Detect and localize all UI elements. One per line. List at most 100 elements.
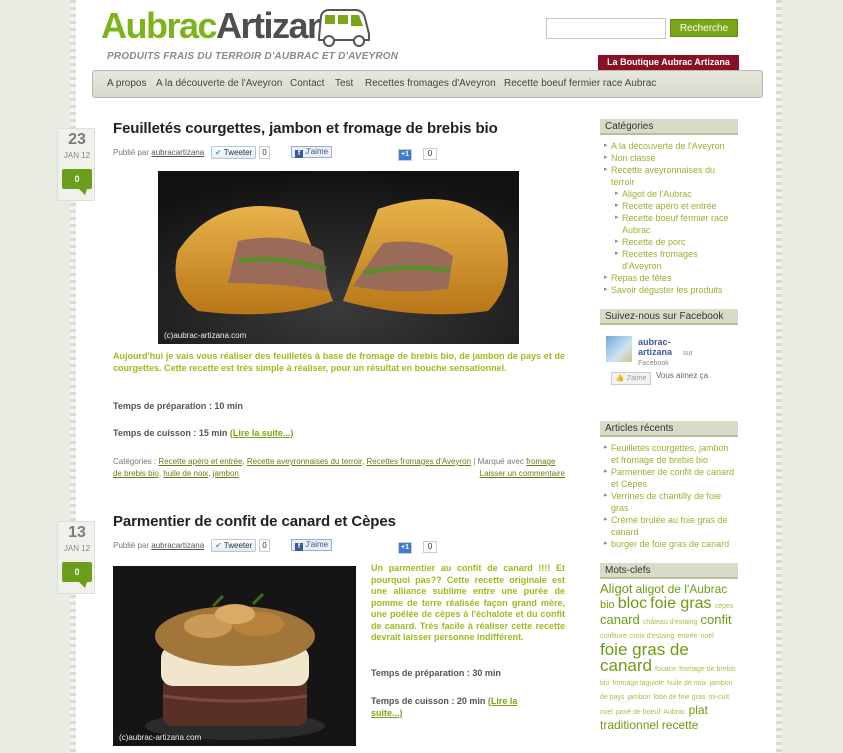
category-item[interactable]: Recette aveyronnaises du terroir xyxy=(604,164,738,188)
google-plus-button[interactable]: +1 xyxy=(398,149,412,161)
cook-time: Temps de cuisson : 15 min (Lire la suite… xyxy=(113,428,294,438)
twitter-icon: ✔ xyxy=(215,541,222,550)
tag-cloud-item[interactable]: foie gras de canard xyxy=(600,640,689,675)
nav-item-test[interactable]: Test xyxy=(335,78,353,89)
main-nav: A propos A la découverte de l'Aveyron Co… xyxy=(92,70,763,98)
leave-comment-link[interactable]: Laisser un commentaire xyxy=(480,468,565,480)
parmentier-illustration xyxy=(113,566,356,746)
widget-title-recent: Articles récents xyxy=(600,421,738,437)
post-image-feuilletes[interactable]: (c)aubrac-artizana.com xyxy=(158,171,519,344)
category-item[interactable]: Repas de fêtes xyxy=(604,272,738,284)
thumbs-up-icon: 👍 xyxy=(615,375,625,382)
read-more-link[interactable]: (Lire la suite...) xyxy=(230,428,294,438)
tweet-count: 0 xyxy=(259,146,270,159)
post-title[interactable]: Feuilletés courgettes, jambon et fromage… xyxy=(113,120,498,137)
tag-cloud-item[interactable]: croix d'estaing xyxy=(630,633,675,640)
recent-posts-list: Feuilletés courgettes, jambon et fromage… xyxy=(604,442,738,550)
tag-cloud-item[interactable]: aligot de l'Aubrac xyxy=(636,582,728,596)
tag-cloud-item[interactable]: huile de noix xyxy=(667,680,706,687)
category-item[interactable]: Non classé xyxy=(604,152,738,164)
facebook-icon: f xyxy=(295,543,303,551)
category-item[interactable]: A la découverte de l'Aveyron xyxy=(604,140,738,152)
nav-item-recette-boeuf[interactable]: Recette boeuf fermier race Aubrac xyxy=(504,78,656,89)
facebook-page-like-button[interactable]: 👍 J'aime xyxy=(611,372,651,385)
tag-cloud-item[interactable]: fouace xyxy=(655,666,676,673)
post-date: 13 JAN 12 0 xyxy=(57,521,95,594)
google-plus-button[interactable]: +1 xyxy=(398,542,412,554)
feuillete-illustration xyxy=(158,171,519,344)
nav-item-decouverte[interactable]: A la découverte de l'Aveyron xyxy=(156,78,282,89)
tag-link[interactable]: huile de noix xyxy=(163,469,208,478)
prep-time: Temps de préparation : 10 min xyxy=(113,401,243,411)
fb-sur-text: sur xyxy=(683,350,693,357)
site-logo[interactable]: AubracArtizana PRODUITS FRAIS DU TERROIR… xyxy=(101,4,398,66)
tag-cloud-item[interactable]: foie gras xyxy=(650,595,711,612)
tag-cloud-item[interactable]: canard xyxy=(600,612,640,627)
tag-cloud-item[interactable]: jambon xyxy=(628,694,651,701)
tag-cloud-item[interactable]: confit xyxy=(701,612,732,627)
twitter-icon: ✔ xyxy=(215,148,222,157)
site-tagline: PRODUITS FRAIS DU TERROIR D'AUBRAC ET D'… xyxy=(107,51,399,62)
category-item[interactable]: Recettes fromages d'Aveyron xyxy=(604,248,738,272)
nav-item-a-propos[interactable]: A propos xyxy=(107,78,146,89)
tag-cloud-item[interactable]: mi-cuit xyxy=(708,694,729,701)
tag-link[interactable]: jambon xyxy=(213,469,239,478)
author-link[interactable]: aubracartizana xyxy=(151,541,204,550)
tag-cloud-item[interactable]: miel xyxy=(600,709,613,716)
tag-cloud-item[interactable]: confiture xyxy=(600,633,627,640)
post-image-parmentier[interactable]: (c)aubrac-artizana.com xyxy=(113,566,356,746)
facebook-like-button[interactable]: f J'aime xyxy=(291,146,333,158)
categories-list: A la découverte de l'Aveyron Non classé … xyxy=(604,140,738,296)
image-watermark: (c)aubrac-artizana.com xyxy=(119,733,202,742)
tag-cloud-item[interactable]: plat xyxy=(689,703,708,717)
tweet-button[interactable]: ✔ Tweeter xyxy=(211,539,257,552)
facebook-page-avatar[interactable] xyxy=(606,336,632,362)
facebook-page-name[interactable]: aubrac-artizana xyxy=(638,337,672,357)
comment-count-bubble[interactable]: 0 xyxy=(62,562,92,588)
tag-cloud-item[interactable]: traditionnel xyxy=(600,718,659,732)
author-link[interactable]: aubracartizana xyxy=(151,148,204,157)
tag-cloud-item[interactable]: pavé de boeuf xyxy=(616,709,660,716)
category-item[interactable]: Aligot de l'Aubrac xyxy=(604,188,738,200)
tag-cloud-item[interactable]: noël xyxy=(700,633,713,640)
nav-item-contact[interactable]: Contact xyxy=(290,78,324,89)
category-link[interactable]: Recette aveyronnaises du terroir xyxy=(247,457,362,466)
post-date: 23 JAN 12 0 xyxy=(57,128,95,201)
tag-cloud-item[interactable]: lobe de foie gras xyxy=(654,694,706,701)
google-plus-count: 0 xyxy=(423,148,437,160)
category-item[interactable]: Savoir déguster les produits xyxy=(604,284,738,296)
tag-cloud-item[interactable]: recette xyxy=(662,718,699,732)
tag-cloud-item[interactable]: fromage laguiole xyxy=(612,680,664,687)
recent-post-item[interactable]: Crème brulée au foie gras de canard xyxy=(604,514,738,538)
search-input[interactable] xyxy=(546,18,666,39)
tag-cloud-item[interactable]: Aligot xyxy=(600,581,633,596)
recent-post-item[interactable]: Verrines de chantilly de foie gras xyxy=(604,490,738,514)
post-title[interactable]: Parmentier de confit de canard et Cèpes xyxy=(113,513,396,530)
tag-cloud-item[interactable]: château d'estaing xyxy=(643,619,698,626)
category-item[interactable]: Recette de porc xyxy=(604,236,738,248)
tag-cloud-item[interactable]: entrée xyxy=(678,633,698,640)
tag-cloud-item[interactable]: Aubrac xyxy=(663,709,685,716)
tweet-button[interactable]: ✔ Tweeter xyxy=(211,146,257,159)
recent-post-item[interactable]: burger de foie gras de canard xyxy=(604,538,738,550)
widget-title-tags: Mots-clefs xyxy=(600,563,738,579)
google-plus-count: 0 xyxy=(423,541,437,553)
tag-cloud-item[interactable]: bio xyxy=(600,599,615,611)
tag-cloud-item[interactable]: cèpes xyxy=(715,603,734,610)
recent-post-item[interactable]: Parmentier de confit de canard et Cèpes xyxy=(604,466,738,490)
facebook-like-button[interactable]: f J'aime xyxy=(291,539,333,551)
tag-cloud-item[interactable]: bloc xyxy=(618,595,647,612)
post-excerpt: Aujourd'hui je vais vous réaliser des fe… xyxy=(113,351,565,373)
logo-text: AubracArtizana xyxy=(101,5,348,46)
category-item[interactable]: Recette boeuf fermier race Aubrac xyxy=(604,212,738,236)
category-item[interactable]: Recette apéro et entrée xyxy=(604,200,738,212)
post-meta: Publié par aubracartizana xyxy=(113,541,205,550)
recent-post-item[interactable]: Feuilletés courgettes, jambon et fromage… xyxy=(604,442,738,466)
post-categories: Catégories : Recette apéro et entrée, Re… xyxy=(113,457,565,480)
search-button[interactable]: Recherche xyxy=(670,19,738,37)
comment-count-bubble[interactable]: 0 xyxy=(62,169,92,195)
nav-item-recettes-fromages[interactable]: Recettes fromages d'Aveyron xyxy=(365,78,496,89)
category-link[interactable]: Recettes fromages d'Aveyron xyxy=(367,457,472,466)
boutique-link[interactable]: La Boutique Aubrac Artizana xyxy=(598,55,739,70)
category-link[interactable]: Recette apéro et entrée xyxy=(158,457,242,466)
